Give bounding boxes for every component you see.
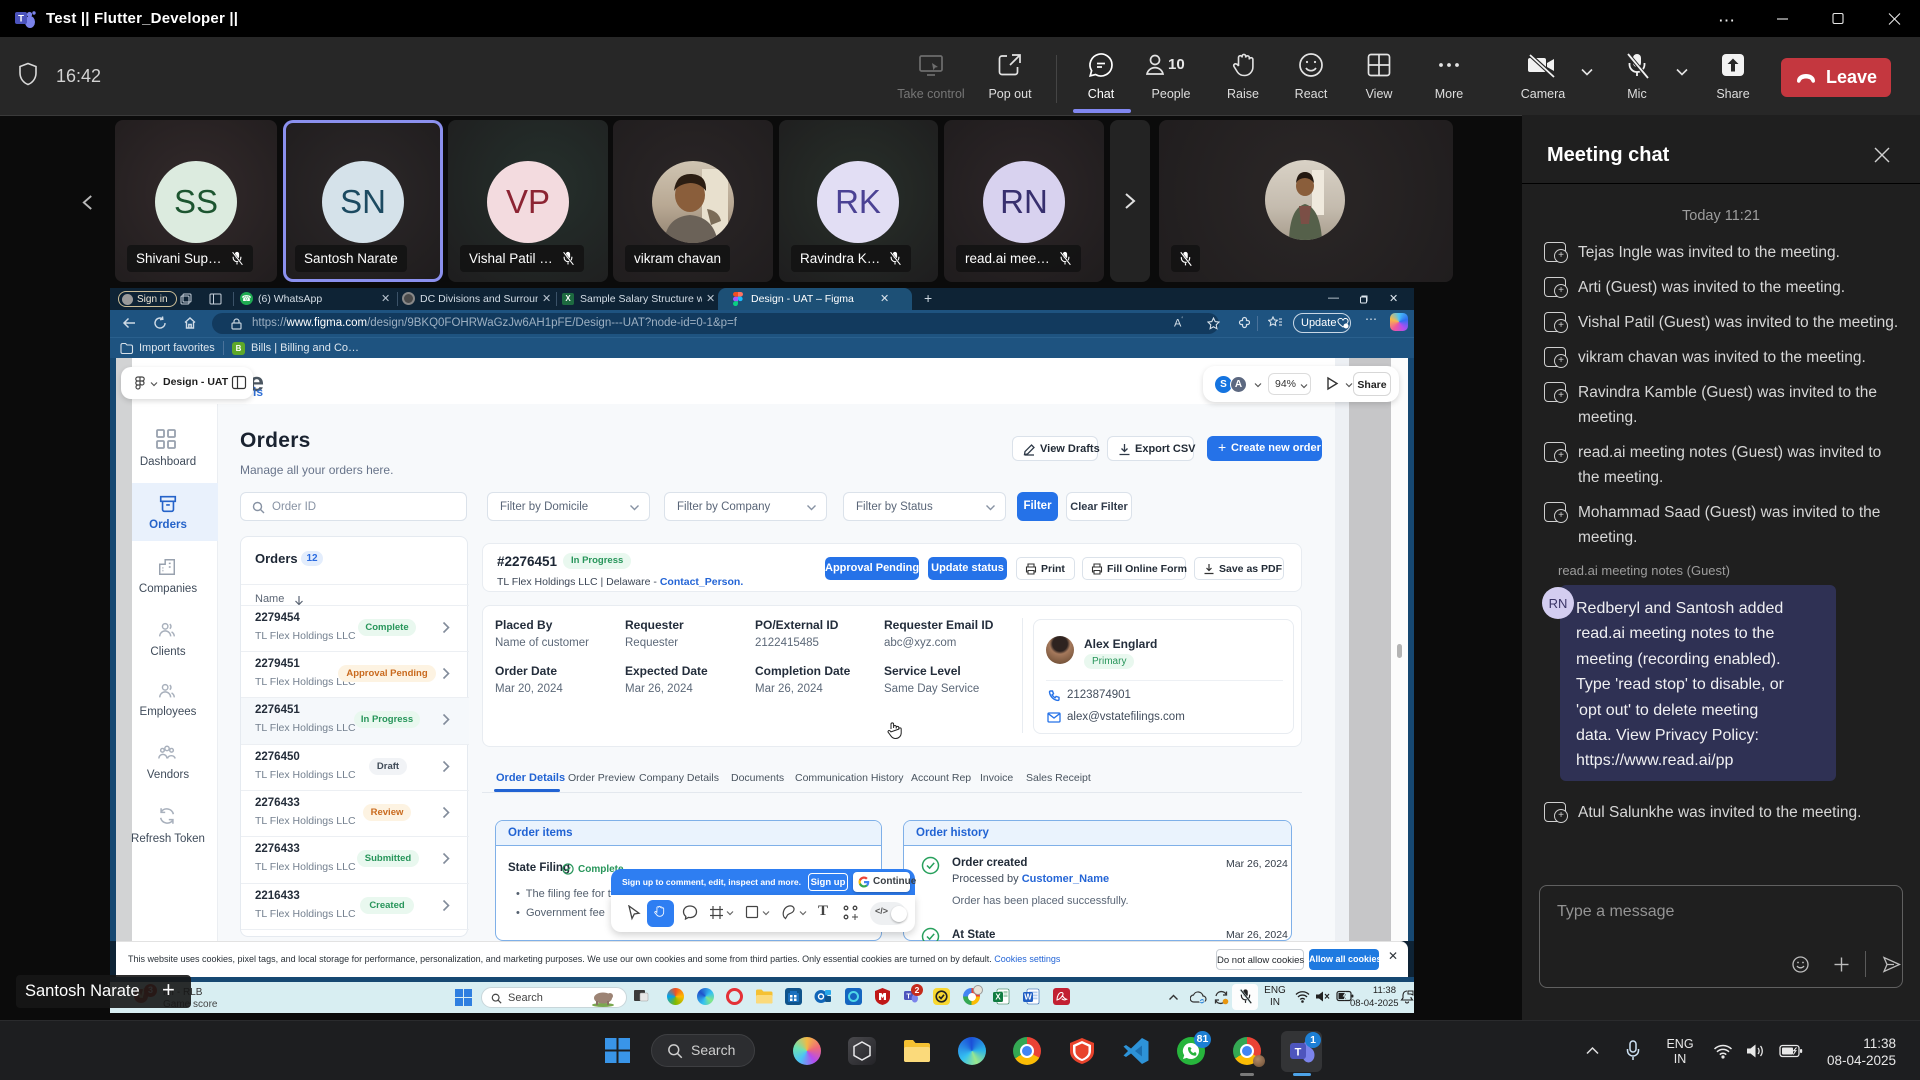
svg-text:T: T [1295,1047,1302,1059]
svg-text:X: X [995,993,1001,1002]
svg-text:T: T [18,14,24,25]
svg-text:W: W [1024,993,1032,1002]
svg-text:T: T [906,994,911,1001]
svg-text:10: 10 [1168,56,1185,73]
